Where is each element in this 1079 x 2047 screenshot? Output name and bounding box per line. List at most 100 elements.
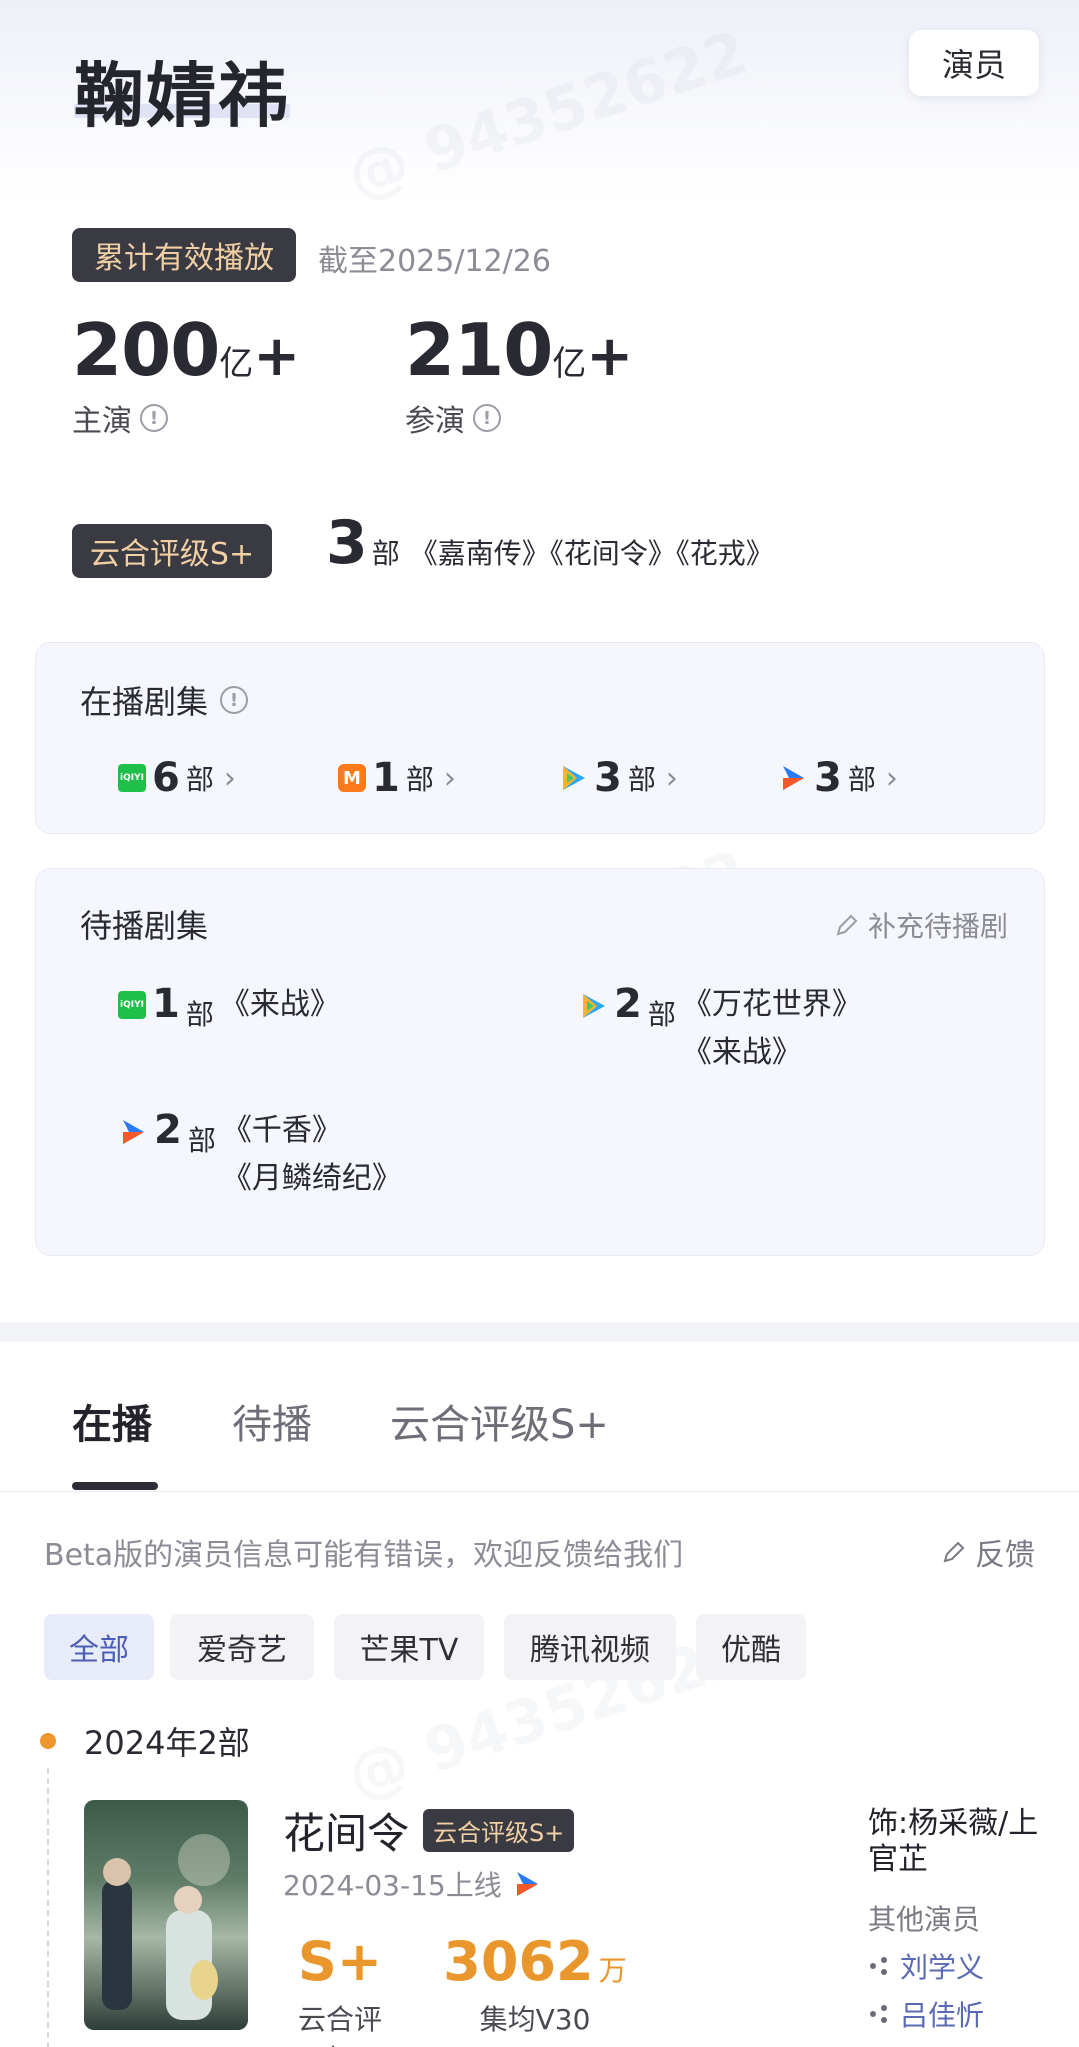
info-icon[interactable]: ! [140, 404, 168, 432]
rating-tag: 云合评级S+ [72, 524, 272, 578]
feedback-label: 反馈 [975, 1538, 1035, 1573]
chevron-right-icon: › [885, 760, 898, 796]
views-metric-label: 集均V30 [479, 2003, 591, 2036]
show-date-row: 2024-03-15上线 [283, 1864, 542, 1904]
airing-count: 3 [594, 755, 622, 801]
airing-count: 1 [372, 755, 400, 801]
show-poster[interactable] [84, 1800, 248, 2030]
tab-rating[interactable]: 云合评级S+ [390, 1392, 609, 1450]
add-pending-button[interactable]: 补充待播剧 [834, 905, 1008, 945]
support-label: 参演 [405, 404, 465, 439]
tab-indicator [72, 1482, 158, 1490]
airing-tencent[interactable]: 3 部 › [558, 755, 678, 801]
pending-show-title[interactable]: 《万花世界》 [682, 981, 862, 1029]
views-metric-unit: 万 [598, 1954, 627, 1987]
section-divider [0, 1322, 1079, 1342]
lead-stat: 200 亿 + 主演 ! [72, 308, 300, 440]
pencil-icon [943, 1541, 965, 1563]
iqiyi-icon: iQIYI [118, 991, 146, 1019]
pending-show-title[interactable]: 《来战》 [220, 981, 340, 1029]
poster-art [102, 1834, 230, 2020]
rating-titles[interactable]: 《嘉南传》《花间令》《花戎》 [410, 532, 774, 572]
show-title-row: 花间令 云合评级S+ [283, 1800, 575, 1861]
airing-card: 在播剧集 ! iQIYI 6 部 › M 1 部 › 3 部 › 3 部 › [35, 642, 1045, 834]
filter-mango[interactable]: 芒果TV [334, 1614, 484, 1680]
airing-unit: 部 [185, 763, 214, 796]
pending-title: 待播剧集 [80, 907, 209, 945]
actor-link[interactable]: 刘学义 [868, 1946, 984, 1986]
cumulative-play-tag: 累计有效播放 [72, 228, 296, 282]
tab-airing[interactable]: 在播 [72, 1392, 152, 1450]
pending-iqiyi[interactable]: iQIYI 1 部 《来战》 [118, 981, 340, 1033]
airing-unit: 部 [847, 763, 876, 796]
lead-value: 200 [72, 308, 220, 392]
pencil-icon [836, 914, 858, 936]
airing-unit: 部 [627, 763, 656, 796]
show-date: 2024-03-15上线 [283, 1869, 502, 1902]
chevron-right-icon: › [223, 760, 236, 796]
pending-count: 2 [614, 981, 642, 1027]
actor-link[interactable]: 吕佳忻 [868, 1994, 984, 2034]
actor-name: 鞠婧祎 [74, 55, 290, 137]
filter-youku[interactable]: 优酷 [696, 1614, 806, 1680]
support-unit: 亿 [552, 344, 587, 384]
beta-notice: Beta版的演员信息可能有错误，欢迎反馈给我们 [44, 1538, 684, 1573]
pending-show-title[interactable]: 《千香》 [222, 1107, 402, 1155]
pending-youku[interactable]: 2 部 《千香》 《月鳞绮纪》 [118, 1107, 402, 1203]
views-metric-value: 3062 [443, 1930, 594, 1993]
youku-icon [516, 1872, 538, 1896]
airing-title: 在播剧集 [80, 683, 209, 721]
lead-label: 主演 [72, 404, 132, 439]
airing-count: 6 [152, 755, 180, 801]
support-plus: + [586, 324, 634, 389]
tencent-video-icon [583, 994, 605, 1018]
pending-count: 2 [154, 1107, 182, 1153]
lead-unit: 亿 [219, 344, 254, 384]
pending-card: 待播剧集 补充待播剧 iQIYI 1 部 《来战》 2 部 《万花世界》 《来战… [35, 868, 1045, 1256]
pending-show-title[interactable]: 《月鳞绮纪》 [222, 1155, 402, 1203]
share-icon [870, 1957, 887, 1975]
airing-count: 3 [814, 755, 842, 801]
rating-metric: S+ 云合评级 [290, 1930, 390, 2047]
tab-bar: 在播 待播 云合评级S+ [0, 1380, 1079, 1492]
youku-icon [123, 1120, 144, 1144]
info-icon[interactable]: ! [220, 686, 249, 714]
views-metric: 3062 万 集均V30 [440, 1930, 630, 2038]
add-pending-label: 补充待播剧 [867, 910, 1008, 943]
share-icon [870, 2005, 887, 2023]
support-stat: 210 亿 + 参演 ! [405, 308, 633, 440]
rating-summary: 3 部 《嘉南传》《花间令》《花戎》 [326, 508, 774, 578]
youku-icon [783, 766, 804, 790]
airing-mango[interactable]: M 1 部 › [338, 755, 456, 801]
pending-unit: 部 [185, 998, 214, 1031]
show-title[interactable]: 花间令 [283, 1800, 409, 1861]
filter-tencent[interactable]: 腾讯视频 [504, 1614, 676, 1680]
role-info: 饰:杨采薇/上官芷 [868, 1806, 1039, 1877]
timeline-dot [40, 1733, 56, 1749]
filter-iqiyi[interactable]: 爱奇艺 [170, 1614, 314, 1680]
actor-name-link: 吕佳忻 [900, 1999, 985, 2032]
year-label: 2024年2部 [84, 1724, 250, 1762]
airing-youku[interactable]: 3 部 › [778, 755, 898, 801]
airing-iqiyi[interactable]: iQIYI 6 部 › [118, 755, 236, 801]
rating-metric-label: 云合评级 [297, 2003, 382, 2047]
tencent-video-icon [563, 766, 585, 790]
timeline-line [47, 1768, 49, 2047]
pending-tencent[interactable]: 2 部 《万花世界》 《来战》 [578, 981, 862, 1077]
filter-all[interactable]: 全部 [44, 1614, 154, 1680]
lead-plus: + [253, 324, 301, 389]
show-rating-tag: 云合评级S+ [423, 1809, 575, 1852]
pending-show-title[interactable]: 《来战》 [682, 1029, 862, 1077]
rating-unit: 部 [371, 537, 400, 570]
pending-unit: 部 [647, 998, 676, 1031]
tab-pending[interactable]: 待播 [232, 1392, 312, 1450]
iqiyi-icon: iQIYI [118, 764, 146, 792]
role-button[interactable]: 演员 [909, 30, 1039, 96]
actor-name-link: 刘学义 [900, 1951, 985, 1984]
as-of-date: 截至2025/12/26 [318, 244, 551, 279]
mango-tv-icon: M [338, 764, 366, 792]
support-value: 210 [405, 308, 553, 392]
feedback-button[interactable]: 反馈 [941, 1530, 1035, 1574]
rating-metric-value: S+ [297, 1930, 383, 1993]
info-icon[interactable]: ! [473, 404, 501, 432]
